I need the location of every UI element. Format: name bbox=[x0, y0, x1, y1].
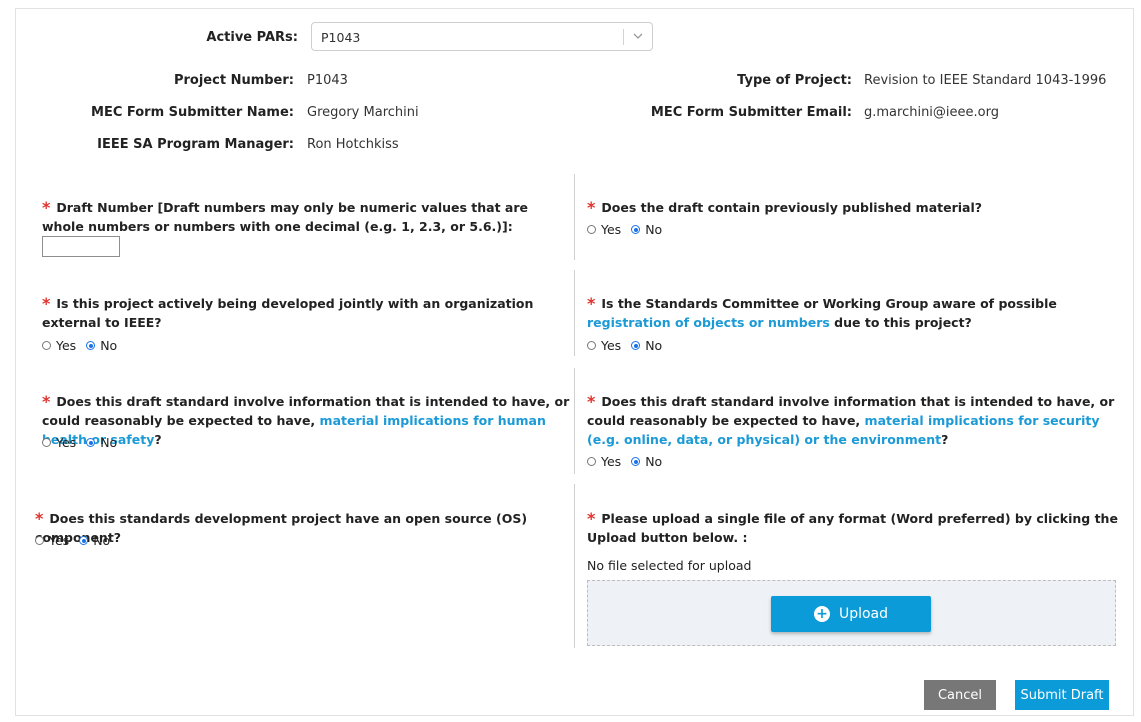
registration-radios: Yes No bbox=[587, 338, 672, 353]
joint-development-question: * Is this project actively being develope… bbox=[42, 294, 534, 330]
project-number-value: P1043 bbox=[307, 73, 348, 88]
registration-question: * Is the Standards Committee or Working G… bbox=[587, 294, 1057, 330]
draft-number-input[interactable] bbox=[42, 236, 120, 257]
registration-link[interactable]: registration of objects or numbers bbox=[587, 315, 830, 330]
upload-button[interactable]: + Upload bbox=[771, 596, 931, 632]
published-material-radios: Yes No bbox=[587, 222, 672, 237]
submitter-name-value: Gregory Marchini bbox=[307, 105, 419, 120]
submitter-name-label: MEC Form Submitter Name: bbox=[91, 105, 294, 120]
security-environment-yes[interactable]: Yes bbox=[587, 454, 621, 469]
health-safety-yes[interactable]: Yes bbox=[42, 435, 76, 450]
required-marker: * bbox=[587, 294, 596, 313]
submitter-email-label: MEC Form Submitter Email: bbox=[650, 105, 852, 120]
required-marker: * bbox=[587, 392, 596, 411]
health-safety-no[interactable]: No bbox=[86, 435, 117, 450]
security-environment-radios: Yes No bbox=[587, 454, 672, 469]
submit-draft-button[interactable]: Submit Draft bbox=[1015, 680, 1109, 710]
column-divider bbox=[574, 174, 575, 260]
program-manager-label: IEEE SA Program Manager: bbox=[97, 137, 294, 152]
radio-unchecked-icon[interactable] bbox=[42, 341, 51, 350]
open-source-yes[interactable]: Yes bbox=[35, 533, 69, 548]
published-material-question: * Does the draft contain previously publi… bbox=[587, 198, 983, 217]
required-marker: * bbox=[35, 509, 44, 528]
active-pars-label: Active PARs: bbox=[206, 30, 298, 45]
published-material-yes[interactable]: Yes bbox=[587, 222, 621, 237]
required-marker: * bbox=[587, 198, 596, 217]
joint-development-radios: Yes No bbox=[42, 338, 127, 353]
open-source-no[interactable]: No bbox=[79, 533, 110, 548]
plus-circle-icon: + bbox=[813, 606, 830, 622]
upload-dropzone[interactable]: + Upload bbox=[587, 580, 1116, 646]
project-number-label: Project Number: bbox=[173, 73, 294, 88]
security-environment-question: * Does this draft standard involve inform… bbox=[587, 392, 1115, 447]
column-divider bbox=[574, 484, 575, 648]
active-pars-value: P1043 bbox=[321, 30, 361, 45]
column-divider bbox=[574, 270, 575, 356]
registration-no[interactable]: No bbox=[631, 338, 662, 353]
joint-development-yes[interactable]: Yes bbox=[42, 338, 76, 353]
required-marker: * bbox=[587, 509, 596, 528]
draft-number-question: * Draft Number [Draft numbers may only be… bbox=[42, 198, 528, 234]
required-marker: * bbox=[42, 392, 51, 411]
select-separator bbox=[623, 29, 624, 45]
program-manager-value: Ron Hotchkiss bbox=[307, 137, 399, 152]
radio-unchecked-icon[interactable] bbox=[587, 225, 596, 234]
active-pars-select[interactable]: P1043 bbox=[311, 22, 653, 51]
joint-development-no[interactable]: No bbox=[86, 338, 117, 353]
published-material-no[interactable]: No bbox=[631, 222, 662, 237]
type-of-project-value: Revision to IEEE Standard 1043-1996 bbox=[864, 73, 1107, 88]
radio-unchecked-icon[interactable] bbox=[42, 438, 51, 447]
open-source-radios: Yes No bbox=[35, 533, 120, 548]
radio-unchecked-icon[interactable] bbox=[587, 457, 596, 466]
health-safety-radios: Yes No bbox=[42, 435, 127, 450]
chevron-down-icon[interactable] bbox=[633, 31, 643, 41]
upload-question: * Please upload a single file of any form… bbox=[587, 509, 1118, 545]
radio-checked-icon[interactable] bbox=[86, 438, 96, 447]
radio-checked-icon[interactable] bbox=[631, 457, 641, 466]
radio-checked-icon[interactable] bbox=[631, 341, 641, 350]
radio-checked-icon[interactable] bbox=[79, 536, 89, 545]
radio-unchecked-icon[interactable] bbox=[35, 536, 44, 545]
upload-button-label: Upload bbox=[838, 606, 889, 622]
type-of-project-label: Type of Project: bbox=[737, 73, 852, 88]
cancel-button[interactable]: Cancel bbox=[924, 680, 996, 710]
security-environment-no[interactable]: No bbox=[631, 454, 662, 469]
required-marker: * bbox=[42, 198, 51, 217]
radio-unchecked-icon[interactable] bbox=[587, 341, 596, 350]
required-marker: * bbox=[42, 294, 51, 313]
radio-checked-icon[interactable] bbox=[86, 341, 96, 350]
registration-yes[interactable]: Yes bbox=[587, 338, 621, 353]
radio-checked-icon[interactable] bbox=[631, 225, 641, 234]
submitter-email-value: g.marchini@ieee.org bbox=[864, 105, 999, 120]
upload-status: No file selected for upload bbox=[587, 558, 752, 573]
